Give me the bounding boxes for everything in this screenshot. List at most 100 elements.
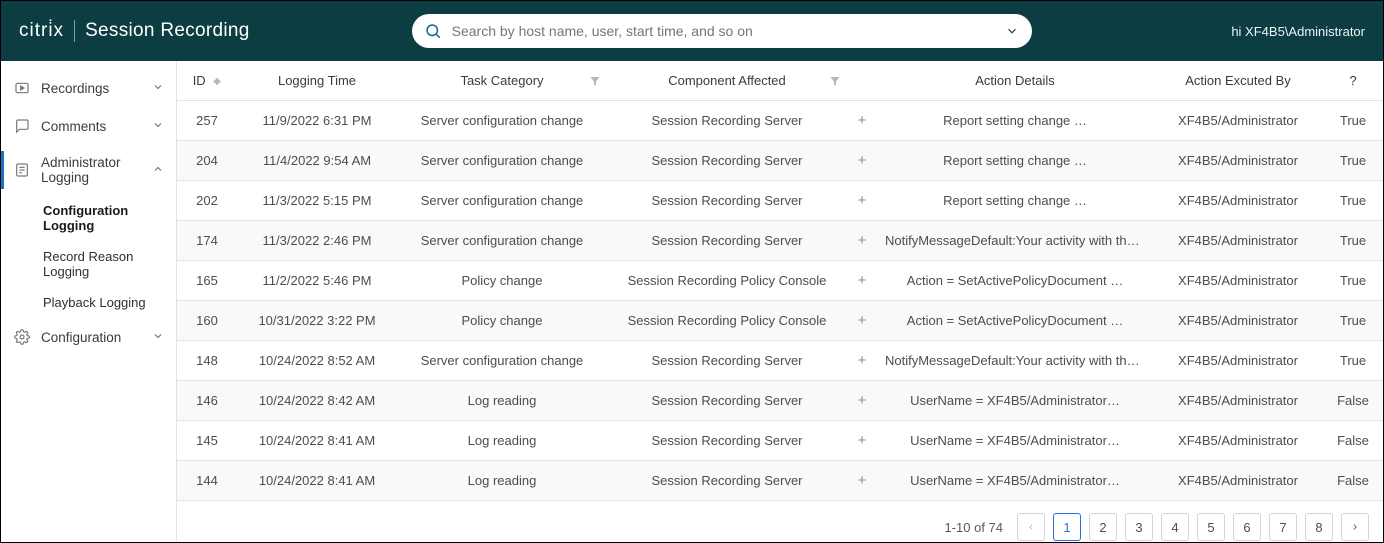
cell-time: 11/4/2022 9:54 AM — [237, 141, 397, 181]
col-task-category[interactable]: Task Category — [397, 61, 607, 101]
col-logging-time[interactable]: Logging Time — [237, 61, 397, 101]
cell-time: 10/31/2022 3:22 PM — [237, 301, 397, 341]
cell-id: 174 — [177, 221, 237, 261]
pager-page[interactable]: 4 — [1161, 513, 1189, 541]
table-row[interactable]: 16010/31/2022 3:22 PMPolicy changeSessio… — [177, 301, 1383, 341]
cell-details: UserName = XF4B5/Administrator… — [877, 461, 1153, 501]
sidebar-sub-configuration-logging[interactable]: Configuration Logging — [1, 195, 176, 241]
pager-prev[interactable] — [1017, 513, 1045, 541]
table-row[interactable]: 14610/24/2022 8:42 AMLog readingSession … — [177, 381, 1383, 421]
cell-category: Log reading — [397, 381, 607, 421]
expand-toggle[interactable]: + — [847, 221, 877, 261]
pager-page[interactable]: 1 — [1053, 513, 1081, 541]
col-id[interactable]: ID — [177, 61, 237, 101]
cell-details: Report setting change … — [877, 181, 1153, 221]
log-icon — [13, 161, 31, 179]
expand-toggle[interactable]: + — [847, 381, 877, 421]
expand-toggle[interactable]: + — [847, 181, 877, 221]
table-row[interactable]: 20211/3/2022 5:15 PMServer configuration… — [177, 181, 1383, 221]
pager-page[interactable]: 6 — [1233, 513, 1261, 541]
cell-category: Server configuration change — [397, 341, 607, 381]
cell-details: NotifyMessageDefault:Your activity with … — [877, 221, 1153, 261]
cell-q: True — [1323, 101, 1383, 141]
cell-by: XF4B5/Administrator — [1153, 181, 1323, 221]
cell-q: True — [1323, 181, 1383, 221]
col-action-details[interactable]: Action Details — [877, 61, 1153, 101]
table-row[interactable]: 14510/24/2022 8:41 AMLog readingSession … — [177, 421, 1383, 461]
sidebar: Recordings Comments Administrator Loggin… — [1, 61, 177, 542]
cell-q: True — [1323, 301, 1383, 341]
sidebar-item-label: Comments — [41, 119, 106, 134]
filter-icon[interactable] — [829, 75, 841, 90]
cell-details: Action = SetActivePolicyDocument … — [877, 301, 1153, 341]
table-row[interactable]: 17411/3/2022 2:46 PMServer configuration… — [177, 221, 1383, 261]
expand-toggle[interactable]: + — [847, 461, 877, 501]
app-header: citri̇x Session Recording hi XF4B5\Admin… — [1, 1, 1383, 61]
sidebar-item-comments[interactable]: Comments — [1, 107, 176, 145]
cell-component: Session Recording Server — [607, 221, 847, 261]
cell-details: NotifyMessageDefault:Your activity with … — [877, 341, 1153, 381]
cell-category: Server configuration change — [397, 221, 607, 261]
sidebar-item-label: Configuration — [41, 330, 121, 345]
cell-by: XF4B5/Administrator — [1153, 141, 1323, 181]
cell-component: Session Recording Server — [607, 461, 847, 501]
cell-time: 10/24/2022 8:41 AM — [237, 421, 397, 461]
pager-page[interactable]: 3 — [1125, 513, 1153, 541]
pager-page[interactable]: 2 — [1089, 513, 1117, 541]
sidebar-item-label: Recordings — [41, 81, 109, 96]
pager-page[interactable]: 5 — [1197, 513, 1225, 541]
cell-component: Session Recording Server — [607, 421, 847, 461]
cell-q: True — [1323, 341, 1383, 381]
brand: citri̇x Session Recording — [19, 20, 250, 42]
play-icon — [13, 79, 31, 97]
table-row[interactable]: 25711/9/2022 6:31 PMServer configuration… — [177, 101, 1383, 141]
sidebar-item-administrator-logging[interactable]: Administrator Logging — [1, 145, 176, 195]
expand-toggle[interactable]: + — [847, 101, 877, 141]
sidebar-item-recordings[interactable]: Recordings — [1, 69, 176, 107]
sidebar-item-configuration[interactable]: Configuration — [1, 318, 176, 356]
cell-id: 145 — [177, 421, 237, 461]
col-question[interactable]: ? — [1323, 61, 1383, 101]
col-component-affected[interactable]: Component Affected — [607, 61, 847, 101]
table-row[interactable]: 14810/24/2022 8:52 AMServer configuratio… — [177, 341, 1383, 381]
cell-category: Policy change — [397, 261, 607, 301]
sidebar-sub-record-reason-logging[interactable]: Record Reason Logging — [1, 241, 176, 287]
pager-page[interactable]: 8 — [1305, 513, 1333, 541]
cell-by: XF4B5/Administrator — [1153, 301, 1323, 341]
cell-details: UserName = XF4B5/Administrator… — [877, 421, 1153, 461]
cell-component: Session Recording Policy Console — [607, 301, 847, 341]
sidebar-sub-playback-logging[interactable]: Playback Logging — [1, 287, 176, 318]
expand-toggle[interactable]: + — [847, 141, 877, 181]
cell-id: 146 — [177, 381, 237, 421]
search-input[interactable] — [412, 14, 1032, 48]
sort-icon — [213, 77, 221, 86]
cell-q: True — [1323, 141, 1383, 181]
table-row[interactable]: 14410/24/2022 8:41 AMLog readingSession … — [177, 461, 1383, 501]
table-row[interactable]: 16511/2/2022 5:46 PMPolicy changeSession… — [177, 261, 1383, 301]
cell-by: XF4B5/Administrator — [1153, 421, 1323, 461]
cell-details: UserName = XF4B5/Administrator… — [877, 381, 1153, 421]
pager-next[interactable] — [1341, 513, 1369, 541]
search-dropdown-icon[interactable] — [1004, 24, 1020, 41]
expand-toggle[interactable]: + — [847, 421, 877, 461]
cell-by: XF4B5/Administrator — [1153, 381, 1323, 421]
table-row[interactable]: 20411/4/2022 9:54 AMServer configuration… — [177, 141, 1383, 181]
expand-toggle[interactable]: + — [847, 341, 877, 381]
brand-divider — [74, 20, 75, 42]
chevron-down-icon — [152, 119, 164, 134]
pager-range: 1-10 of 74 — [944, 520, 1003, 535]
cell-details: Report setting change … — [877, 141, 1153, 181]
filter-icon[interactable] — [589, 75, 601, 90]
chevron-down-icon — [152, 330, 164, 345]
cell-by: XF4B5/Administrator — [1153, 101, 1323, 141]
col-action-executed-by[interactable]: Action Excuted By — [1153, 61, 1323, 101]
cell-component: Session Recording Server — [607, 181, 847, 221]
cell-details: Action = SetActivePolicyDocument … — [877, 261, 1153, 301]
cell-q: False — [1323, 381, 1383, 421]
expand-toggle[interactable]: + — [847, 301, 877, 341]
expand-toggle[interactable]: + — [847, 261, 877, 301]
cell-time: 10/24/2022 8:41 AM — [237, 461, 397, 501]
cell-q: True — [1323, 261, 1383, 301]
pager-page[interactable]: 7 — [1269, 513, 1297, 541]
cell-time: 11/3/2022 2:46 PM — [237, 221, 397, 261]
